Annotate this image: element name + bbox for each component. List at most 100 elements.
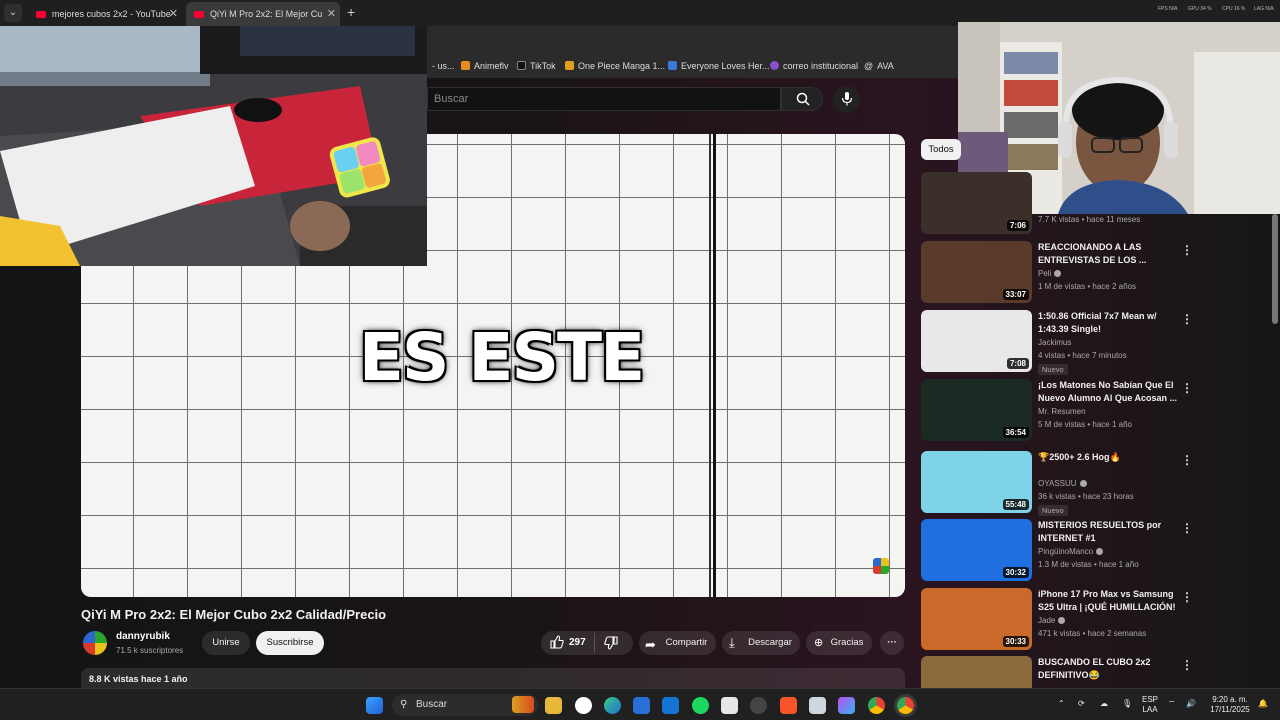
bookmark-item[interactable]: - us... [432, 61, 455, 71]
notification-bell-icon[interactable]: 🔔 [1258, 699, 1268, 709]
google-icon [770, 61, 779, 70]
wifi-icon[interactable]: ⌔ [1168, 699, 1176, 709]
tray-network-icon[interactable]: ☁ [1100, 699, 1108, 709]
video-meta: 1.3 M de vistas • hace 1 año [1038, 560, 1139, 569]
video-meta: 471 k vistas • hace 2 semanas [1038, 629, 1147, 638]
video-thumbnail[interactable]: 7:08 [921, 310, 1032, 372]
join-button[interactable]: Unirse [202, 631, 250, 655]
chrome-icon[interactable] [868, 697, 885, 714]
like-button[interactable] [550, 635, 564, 654]
video-duration: 7:06 [1006, 220, 1029, 231]
volume-icon[interactable]: 🔊 [1186, 699, 1196, 709]
clock[interactable]: 9:20 a. m. 17/11/2025 [1206, 695, 1254, 715]
tray-app-icon[interactable]: ⟳ [1078, 699, 1085, 709]
close-tab-icon[interactable]: ✕ [169, 2, 178, 26]
chrome-active-icon[interactable] [897, 697, 914, 714]
video-thumbnail[interactable]: 36:54 [921, 379, 1032, 441]
tab-search-button[interactable]: ⌄ [4, 4, 22, 22]
video-duration: 30:32 [1002, 567, 1029, 578]
tray-mic-icon[interactable]: 🎙 [1122, 699, 1132, 709]
webcam-desk-overlay [0, 26, 427, 266]
video-meta: 36 k vistas • hace 23 horas [1038, 492, 1134, 501]
channel-name[interactable]: OYASSUU [1038, 479, 1087, 488]
calculator-icon[interactable] [809, 697, 826, 714]
bookmark-correo[interactable]: correo institucional [770, 61, 858, 71]
video-grid-line [713, 134, 716, 597]
channel-name[interactable]: Mr. Resumen [1038, 407, 1086, 416]
channel-name[interactable]: Jade [1038, 616, 1066, 625]
search-button[interactable] [781, 87, 823, 111]
bookmark-one-piece[interactable]: One Piece Manga 1... [565, 61, 665, 71]
bookmark-tiktok[interactable]: TikTok [517, 61, 556, 71]
tray-chevron-icon[interactable]: ⌃ [1058, 699, 1065, 709]
video-title[interactable]: 1:50.86 Official 7x7 Mean w/ 1:43.39 Sin… [1038, 310, 1178, 336]
video-title[interactable]: iPhone 17 Pro Max vs Samsung S25 Ultra |… [1038, 588, 1178, 614]
dislike-button[interactable] [604, 636, 618, 655]
channel-name[interactable]: Jackimus [1038, 338, 1071, 347]
youtube-favicon-icon [194, 11, 204, 19]
language-indicator[interactable]: ESP LAA [1142, 695, 1158, 715]
channel-name[interactable]: Peli [1038, 269, 1062, 278]
tab-title: mejores cubos 2x2 - YouTube [52, 9, 171, 19]
store-icon[interactable] [633, 697, 650, 714]
more-options-icon[interactable]: ⋮ [1181, 381, 1193, 395]
stat-lag: LAG N/A [1254, 6, 1274, 12]
thumbs-up-icon [550, 635, 564, 649]
new-badge: Nuevo [1038, 505, 1068, 516]
edge-icon[interactable] [604, 697, 621, 714]
copilot-icon[interactable] [838, 697, 855, 714]
channel-name[interactable]: PingüinoManco [1038, 547, 1104, 556]
tab-mejores-cubos[interactable]: mejores cubos 2x2 - YouTube ✕ [28, 2, 182, 26]
video-thumbnail[interactable]: 55:48 [921, 451, 1032, 513]
video-title[interactable]: BUSCANDO EL CUBO 2x2 DEFINITIVO😂 [1038, 656, 1178, 682]
bookmark-ava[interactable]: @ AVA [864, 61, 894, 71]
tiktok-icon [517, 61, 526, 70]
more-options-icon[interactable]: ⋮ [1181, 453, 1193, 467]
share-label: Compartir [665, 637, 708, 648]
video-title[interactable]: 🏆2500+ 2.6 Hog🔥 [1038, 451, 1178, 464]
penguin-app-icon[interactable] [575, 697, 592, 714]
more-actions-button[interactable]: ··· [880, 631, 904, 655]
scrollbar[interactable] [1272, 214, 1278, 324]
microphone-icon [841, 92, 853, 106]
search-input[interactable]: Buscar [427, 87, 781, 111]
video-meta: 4 vistas • hace 7 minutos [1038, 351, 1127, 360]
channel-avatar[interactable] [83, 631, 107, 655]
more-options-icon[interactable]: ⋮ [1181, 658, 1193, 672]
video-thumbnail[interactable]: 30:33 [921, 588, 1032, 650]
voice-search-button[interactable] [833, 86, 860, 113]
search-icon: ⚲ [400, 699, 408, 710]
youtube-favicon-icon [36, 11, 46, 19]
video-meta: 1 M de vistas • hace 2 años [1038, 282, 1136, 291]
video-title[interactable]: REACCIONANDO A LAS ENTREVISTAS DE LOS ..… [1038, 241, 1178, 267]
close-tab-icon[interactable]: ✕ [327, 2, 336, 26]
windows-start-icon[interactable] [366, 697, 383, 714]
subscribe-button[interactable]: Suscribirse [256, 631, 324, 655]
video-title[interactable]: MISTERIOS RESUELTOS por INTERNET #1 [1038, 519, 1178, 545]
spotify-icon[interactable] [692, 697, 709, 714]
video-thumbnail[interactable]: 7:06 [921, 172, 1032, 234]
bookmark-everyone-loves-her[interactable]: Everyone Loves Her... [668, 61, 770, 71]
bookmark-animeflv[interactable]: Animeflv [461, 61, 509, 71]
video-duration: 7:08 [1006, 358, 1029, 369]
more-options-icon[interactable]: ⋮ [1181, 243, 1193, 257]
video-meta: 7.7 K vistas • hace 11 meses [1038, 215, 1141, 224]
more-options-icon[interactable]: ⋮ [1181, 590, 1193, 604]
obs-icon[interactable] [750, 697, 767, 714]
snipping-tool-icon[interactable] [721, 697, 738, 714]
new-badge: Nuevo [1038, 364, 1068, 375]
video-title[interactable]: ¡Los Matones No Sabían Que El Nuevo Alum… [1038, 379, 1178, 405]
tab-qiyi-video[interactable]: QiYi M Pro 2x2: El Mejor Cu ✕ [186, 2, 340, 26]
outlook-icon[interactable] [662, 697, 679, 714]
video-thumbnail[interactable]: 33:07 [921, 241, 1032, 303]
brave-icon[interactable] [780, 697, 797, 714]
more-options-icon[interactable]: ⋮ [1181, 312, 1193, 326]
filter-chip-todos[interactable]: Todos [921, 139, 961, 160]
channel-subscribers: 71.5 k suscriptores [116, 646, 184, 655]
new-tab-button[interactable]: + [347, 4, 355, 20]
video-title: QiYi M Pro 2x2: El Mejor Cubo 2x2 Calida… [81, 607, 387, 622]
file-explorer-icon[interactable] [545, 697, 562, 714]
channel-name[interactable]: dannyrubik [116, 631, 170, 642]
video-thumbnail[interactable]: 30:32 [921, 519, 1032, 581]
more-options-icon[interactable]: ⋮ [1181, 521, 1193, 535]
